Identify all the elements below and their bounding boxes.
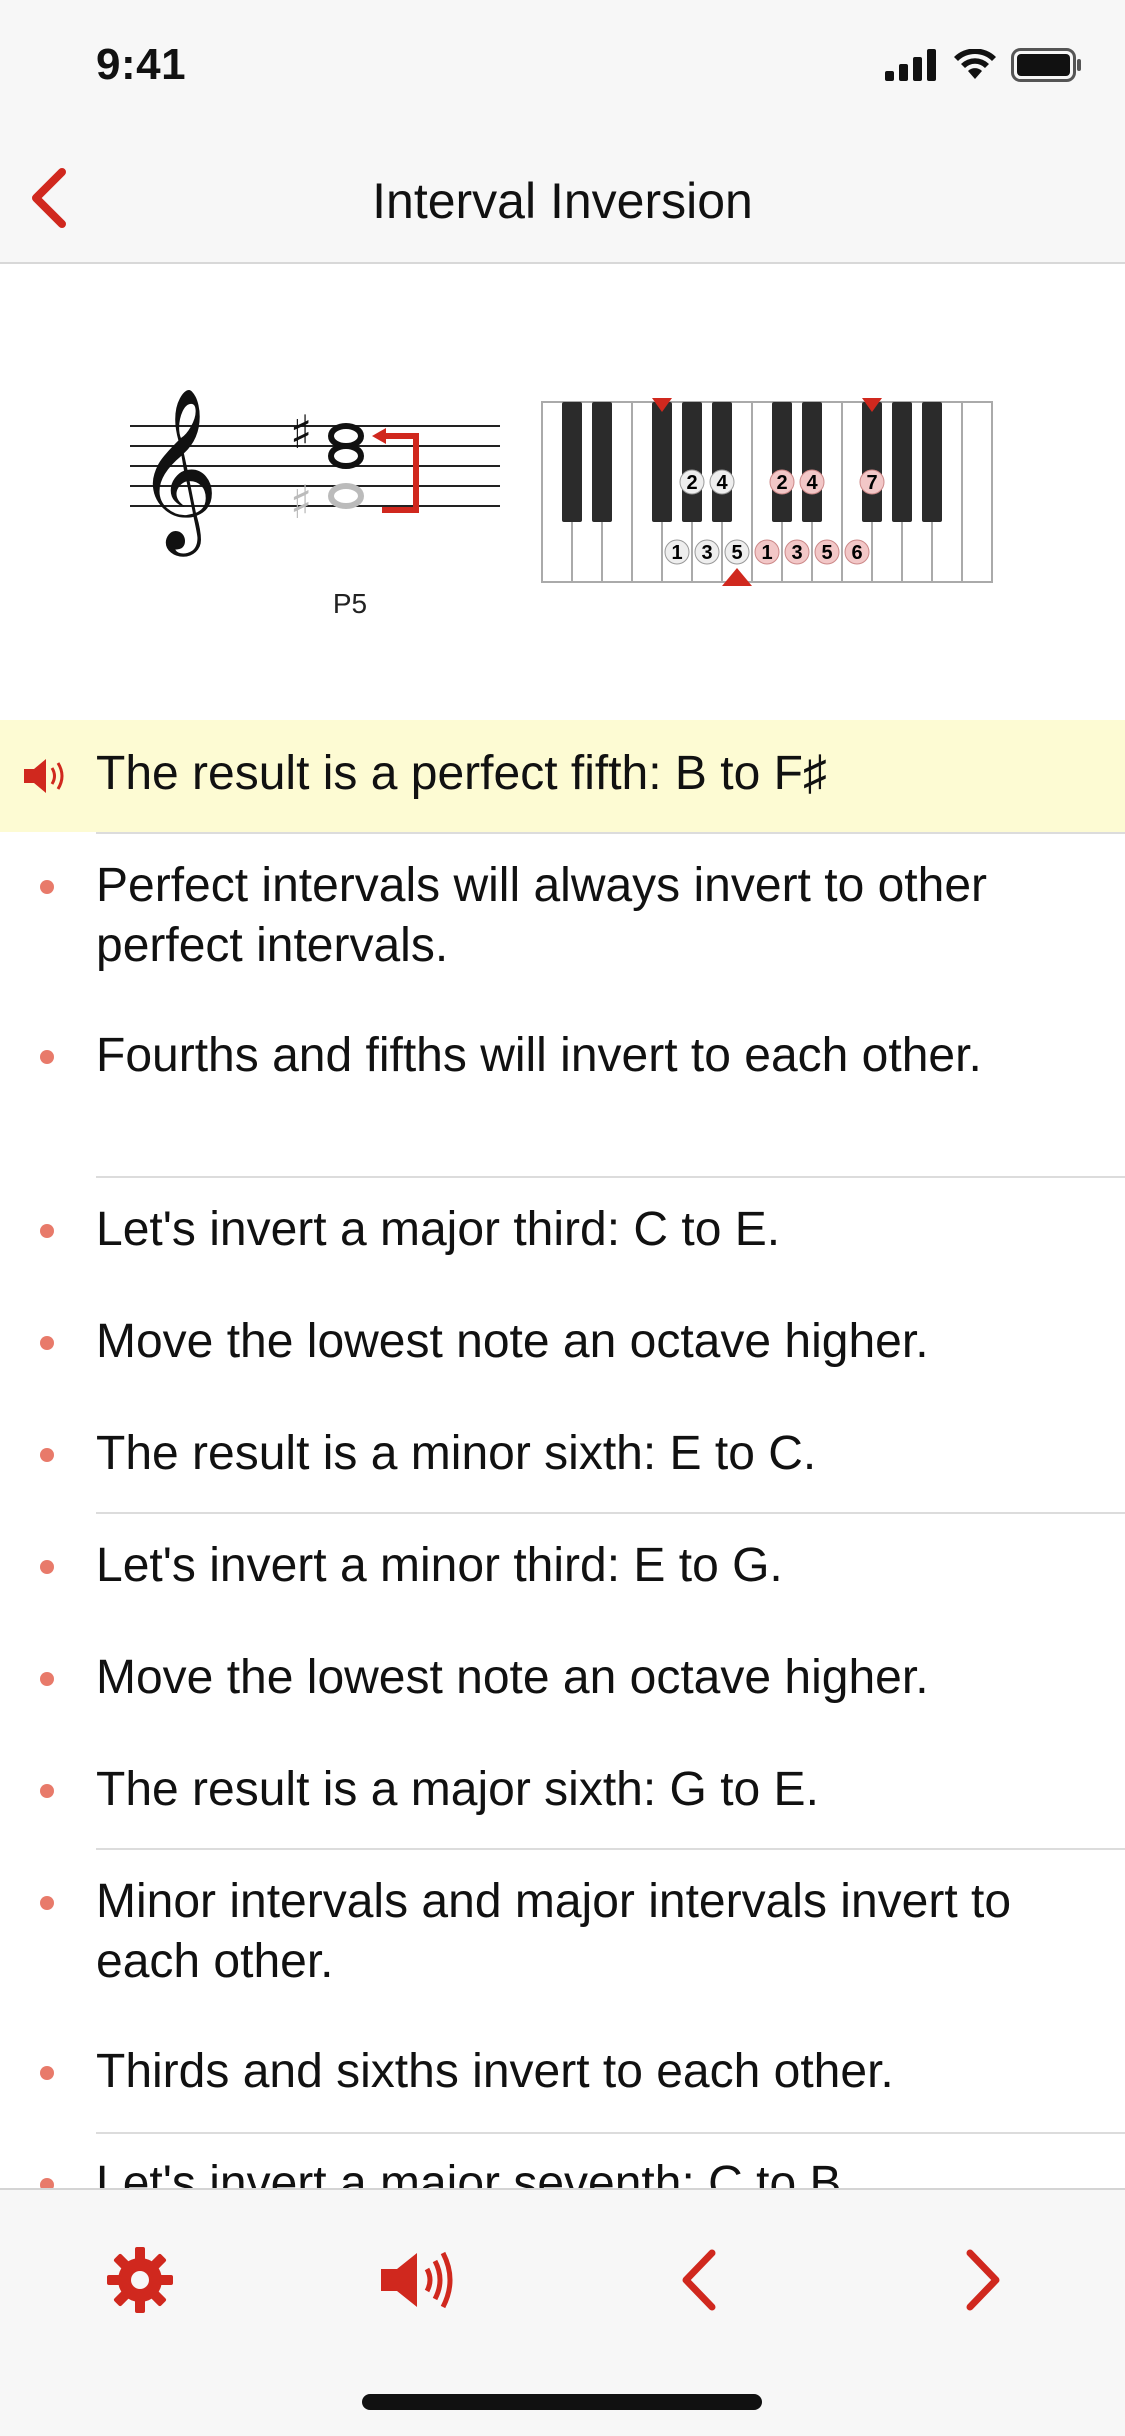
cellular-signal-icon [885,49,936,81]
page-title: Interval Inversion [372,173,753,229]
line-text: Minor intervals and major intervals inve… [96,1875,1012,1988]
figure-area: 𝄞 ♯ ♯ P5 2 4 2 4 7 1 3 5 1 3 5 6 [0,266,1125,720]
line-text: Let's invert a major third: C to E. [96,1203,781,1256]
finger-number: 5 [731,542,742,564]
line-text: Perfect intervals will always invert to … [96,859,987,972]
finger-number: 5 [821,542,832,564]
navigation-bar: Interval Inversion [0,132,1125,264]
sharp-icon: ♯ [290,405,312,459]
finger-number: 1 [761,542,772,564]
settings-button[interactable] [90,2230,190,2330]
line-text: Thirds and sixths invert to each other. [96,2045,894,2098]
status-icons [885,48,1083,82]
bullet-dot [40,1672,54,1686]
note-head [328,443,364,469]
list-item[interactable]: Move the lowest note an octave higher. [0,1648,1125,1708]
bullet-dot [40,1560,54,1574]
lesson-lines: The result is a perfect fifth: B to F♯ P… [0,720,1125,2210]
finger-number: 1 [671,542,682,564]
chevron-right-icon [966,2249,1000,2311]
finger-number: 7 [866,472,877,494]
list-item[interactable]: Minor intervals and major intervals inve… [0,1872,1125,1992]
bullet-dot [40,1336,54,1350]
list-item[interactable]: Thirds and sixths invert to each other. [0,2042,1125,2102]
finger-number: 3 [791,542,802,564]
home-indicator [362,2394,762,2410]
wifi-icon [954,49,996,79]
line-text: Move the lowest note an octave higher. [96,1315,929,1368]
list-item[interactable]: The result is a minor sixth: E to C. [0,1424,1125,1484]
bullet-dot [40,1784,54,1798]
piano-keyboard: 2 4 2 4 7 1 3 5 1 3 5 6 [541,398,993,586]
list-item[interactable]: Let's invert a major third: C to E. [0,1200,1125,1260]
list-item[interactable]: The result is a major sixth: G to E. [0,1760,1125,1820]
music-staff: 𝄞 ♯ ♯ [130,387,500,557]
audio-button[interactable] [370,2230,470,2330]
chevron-left-icon [682,2249,716,2311]
finger-number: 6 [851,542,862,564]
list-item[interactable]: Move the lowest note an octave higher. [0,1312,1125,1372]
arrow-head [372,428,386,444]
bullet-dot [40,2066,54,2080]
line-text: Let's invert a minor third: E to G. [96,1539,783,1592]
next-button[interactable] [930,2230,1030,2330]
status-time: 9:41 [96,40,187,89]
interval-label: P5 [332,588,368,619]
line-text: The result is a major sixth: G to E. [96,1763,819,1816]
list-item[interactable]: Perfect intervals will always invert to … [0,856,1125,976]
list-item[interactable]: Let's invert a minor third: E to G. [0,1536,1125,1596]
finger-number: 2 [686,472,697,494]
bullet-dot [40,880,54,894]
gear-icon [107,2247,173,2313]
bullet-dot [40,1224,54,1238]
sharp-icon-faded: ♯ [290,475,312,529]
battery-icon [1011,48,1081,82]
line-text: Fourths and fifths will invert to each o… [96,1029,982,1082]
line-item-active[interactable]: The result is a perfect fifth: B to F♯ [0,720,1125,832]
note-head-faded [328,483,364,509]
status-bar: 9:41 [0,0,1125,132]
line-text: Move the lowest note an octave higher. [96,1651,929,1704]
treble-clef-icon: 𝄞 [136,387,219,557]
line-text: The result is a minor sixth: E to C. [96,1427,817,1480]
speaker-icon [381,2251,453,2309]
finger-number: 2 [776,472,787,494]
move-arrow [382,433,419,513]
bullet-dot [40,1448,54,1462]
speaker-icon [24,759,64,793]
list-item[interactable]: Fourths and fifths will invert to each o… [0,1026,1125,1146]
bullet-dot [40,1050,54,1064]
line-text: The result is a perfect fifth: B to F♯ [96,747,827,800]
bullet-dot [40,1896,54,1910]
finger-number: 4 [716,472,728,494]
previous-button[interactable] [652,2230,752,2330]
finger-number: 3 [701,542,712,564]
finger-number: 4 [806,472,818,494]
